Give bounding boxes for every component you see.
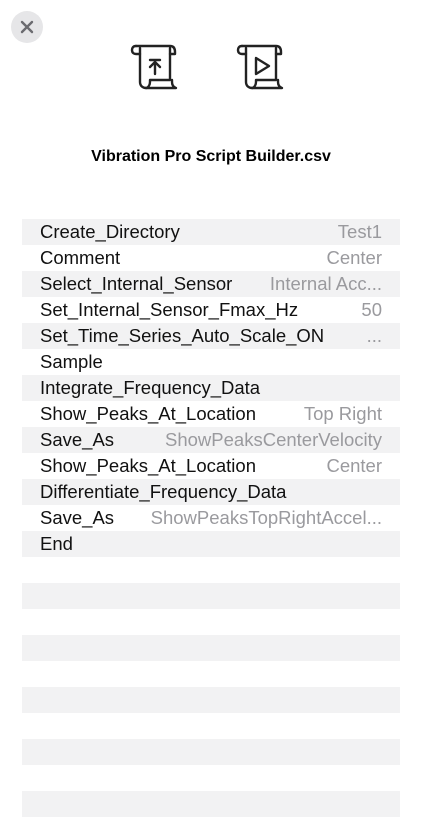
command-label: Save_As: [40, 429, 115, 450]
command-value: Internal Acc...: [269, 273, 382, 294]
script-row-end[interactable]: End: [22, 531, 400, 557]
command-label: Show_Peaks_At_Location: [40, 403, 256, 424]
empty-row: [22, 583, 400, 609]
script-row-save-as[interactable]: Save_As ShowPeaksTopRightAccel...: [22, 505, 400, 531]
command-label: Create_Directory: [40, 221, 180, 242]
scroll-play-icon: [236, 44, 284, 90]
command-value: Test1: [337, 221, 382, 242]
command-label: End: [40, 533, 73, 554]
empty-row: [22, 687, 400, 713]
empty-row: [22, 661, 400, 687]
command-value: 50: [361, 299, 382, 320]
command-value: ...: [366, 325, 382, 346]
empty-row: [22, 609, 400, 635]
command-label: Set_Time_Series_Auto_Scale_ON: [40, 325, 325, 346]
command-label: Show_Peaks_At_Location: [40, 455, 256, 476]
close-icon: [20, 20, 34, 34]
command-label: Select_Internal_Sensor: [40, 273, 233, 294]
script-table: Create_Directory Test1 Comment Center Se…: [22, 219, 400, 817]
command-label: Integrate_Frequency_Data: [40, 377, 261, 398]
script-row-sample[interactable]: Sample: [22, 349, 400, 375]
script-row-auto-scale[interactable]: Set_Time_Series_Auto_Scale_ON ...: [22, 323, 400, 349]
command-label: Comment: [40, 247, 121, 268]
export-script-button[interactable]: [130, 40, 182, 92]
file-title: Vibration Pro Script Builder.csv: [91, 148, 331, 165]
command-label: Differentiate_Frequency_Data: [40, 481, 287, 502]
command-value: ShowPeaksTopRightAccel...: [150, 507, 382, 528]
script-row-integrate[interactable]: Integrate_Frequency_Data: [22, 375, 400, 401]
empty-row: [22, 635, 400, 661]
command-label: Save_As: [40, 507, 115, 528]
run-script-button[interactable]: [236, 40, 288, 92]
script-row-select-internal-sensor[interactable]: Select_Internal_Sensor Internal Acc...: [22, 271, 400, 297]
command-label: Set_Internal_Sensor_Fmax_Hz: [40, 299, 299, 320]
script-row-show-peaks[interactable]: Show_Peaks_At_Location Top Right: [22, 401, 400, 427]
script-row-show-peaks[interactable]: Show_Peaks_At_Location Center: [22, 453, 400, 479]
empty-row: [22, 713, 400, 739]
scroll-upload-icon: [130, 44, 178, 90]
script-row-differentiate[interactable]: Differentiate_Frequency_Data: [22, 479, 400, 505]
empty-row: [22, 739, 400, 765]
empty-row: [22, 791, 400, 817]
close-button[interactable]: [11, 11, 43, 43]
script-row-comment[interactable]: Comment Center: [22, 245, 400, 271]
script-row-save-as[interactable]: Save_As ShowPeaksCenterVelocity: [22, 427, 400, 453]
script-row-set-fmax[interactable]: Set_Internal_Sensor_Fmax_Hz 50: [22, 297, 400, 323]
script-row-create-directory[interactable]: Create_Directory Test1: [22, 219, 400, 245]
command-value: Center: [326, 247, 382, 268]
empty-row: [22, 765, 400, 791]
command-value: Top Right: [303, 403, 382, 424]
command-value: Center: [326, 455, 382, 476]
empty-row: [22, 557, 400, 583]
command-label: Sample: [40, 351, 103, 372]
command-value: ShowPeaksCenterVelocity: [165, 429, 382, 450]
